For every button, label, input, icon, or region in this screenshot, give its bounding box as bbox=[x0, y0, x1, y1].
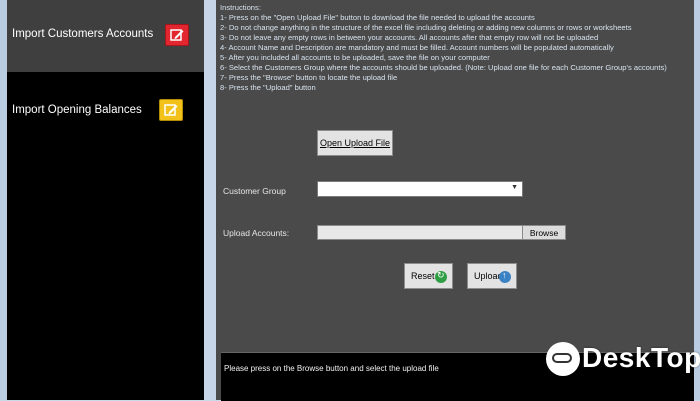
instruction-line: 3- Do not leave any empty rows in betwee… bbox=[220, 33, 599, 42]
watermark-logo-icon bbox=[546, 342, 580, 376]
watermark: DeskTop bbox=[546, 340, 700, 380]
upload-button[interactable]: Upload bbox=[467, 263, 517, 289]
sidebar-item-label: Import Opening Balances bbox=[12, 104, 142, 116]
status-message: Please press on the Browse button and se… bbox=[224, 364, 439, 373]
edit-icon bbox=[165, 24, 189, 46]
refresh-icon bbox=[435, 270, 447, 283]
instruction-line: 5- After you included all accounts to be… bbox=[220, 53, 490, 62]
upload-accounts-field[interactable] bbox=[317, 225, 523, 240]
sidebar-item-import-opening-balances[interactable]: Import Opening Balances bbox=[7, 78, 204, 150]
instruction-line: 4- Account Name and Description are mand… bbox=[220, 43, 614, 52]
dropdown-arrow-icon[interactable]: ▼ bbox=[511, 184, 518, 191]
upload-accounts-label: Upload Accounts: bbox=[223, 228, 290, 238]
sidebar: Import Customers Accounts Import Opening… bbox=[7, 0, 204, 400]
watermark-text: DeskTop bbox=[582, 342, 700, 373]
instruction-line: Instructions: bbox=[220, 3, 261, 12]
reset-button-label: Reset bbox=[411, 271, 435, 281]
instruction-line: 8- Press the "Upload" button bbox=[220, 83, 316, 92]
instruction-line: 1- Press on the "Open Upload File" butto… bbox=[220, 13, 535, 22]
instruction-line: 2- Do not change anything in the structu… bbox=[220, 23, 632, 32]
instructions-text: Instructions: 1- Press on the "Open Uplo… bbox=[220, 3, 694, 93]
instruction-line: 7- Press the "Browse" button to locate t… bbox=[220, 73, 398, 82]
reset-button[interactable]: Reset bbox=[404, 263, 453, 289]
customer-group-select[interactable]: ▼ bbox=[317, 181, 523, 197]
window-right-border bbox=[694, 0, 700, 400]
customer-group-label: Customer Group bbox=[223, 186, 286, 196]
sidebar-item-import-customers-accounts[interactable]: Import Customers Accounts bbox=[7, 0, 204, 72]
open-upload-file-button[interactable]: Open Upload File bbox=[317, 130, 393, 156]
sidebar-item-label: Import Customers Accounts bbox=[12, 28, 154, 40]
instruction-line: 6- Select the Customers Group where the … bbox=[220, 63, 667, 72]
browse-button[interactable]: Browse bbox=[522, 225, 566, 240]
window-left-border bbox=[0, 0, 7, 400]
splitter bbox=[204, 0, 216, 400]
edit-icon bbox=[159, 99, 183, 121]
upload-icon bbox=[499, 270, 511, 283]
